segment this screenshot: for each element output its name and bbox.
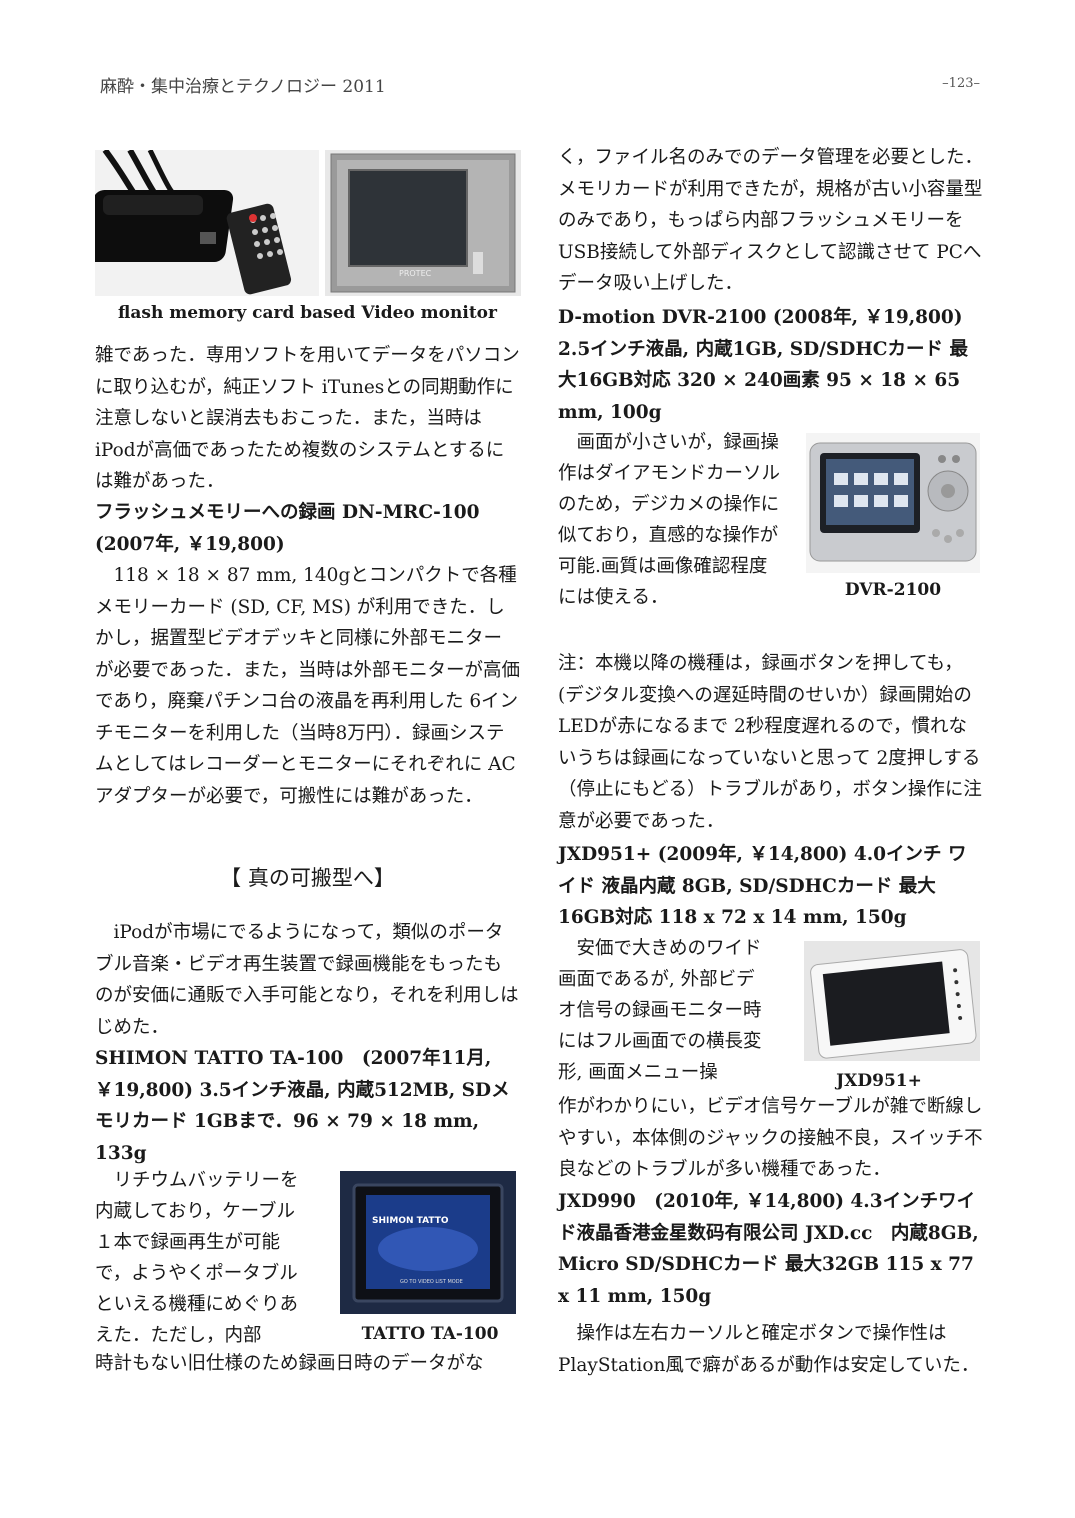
figure-caption: flash memory card based Video monitor <box>118 303 497 323</box>
product-heading: SHIMON TATTO TA-100 (2007年11月, ￥19,800) … <box>95 1048 510 1164</box>
product-heading: フラッシュメモリーへの録画 DN-MRC-100 (2007年, ￥19,800… <box>95 502 480 555</box>
recorder-photo <box>95 150 319 296</box>
paragraph: く，ファイル名のみでのデータ管理を必要とした．メモリカードが利用できたが，規格が… <box>558 147 983 294</box>
product-heading: JXD990 (2010年, ￥14,800) 4.3インチワイド液晶香港金星数… <box>558 1191 979 1307</box>
dvr2100-photo <box>806 433 980 573</box>
paragraph: 118 × 18 × 87 mm, 140gとコンパクトで各種メモリーカード (… <box>95 565 520 807</box>
paragraph: 操作は左右カーソルと確定ボタンで操作性は PlayStation風で癖があるが動… <box>558 1323 980 1376</box>
figure-caption: DVR-2100 <box>844 580 942 600</box>
product-heading: JXD951+ (2009年, ￥14,800) 4.0インチ ワイド 液晶内蔵… <box>558 844 967 928</box>
page-number: –123– <box>942 76 980 91</box>
running-header: 麻酔・集中治療とテクノロジー 2011 <box>100 77 386 97</box>
tatto-photo: SHIMON TATTO GO TO VIDEO LIST MODE <box>340 1171 516 1314</box>
figure-caption: JXD951+ <box>836 1071 922 1091</box>
paragraph: 画面が小さいが，録画操作はダイアモンドカーソルのため，デジカメの操作に似ており，… <box>558 432 781 608</box>
monitor-brand-label: PROTEC <box>399 269 432 278</box>
paragraph: iPodが市場にでるようになって，類似のポータブル音楽・ビデオ再生装置で録画機能… <box>95 922 519 1038</box>
paragraph: 時計もない旧仕様のため録画日時のデータがな <box>95 1353 484 1374</box>
product-heading: D-motion DVR-2100 (2008年, ￥19,800) 2.5イン… <box>558 307 968 423</box>
figure-caption: TATTO TA-100 <box>361 1324 499 1344</box>
tatto-screen-brand: SHIMON TATTO <box>372 1216 449 1226</box>
video-monitor-photo: PROTEC <box>325 150 521 296</box>
note-paragraph: 注：本機以降の機種は，録画ボタンを押しても，(デジタル変換への遅延時間のせいか）… <box>558 653 982 832</box>
paragraph: 作がわかりにい，ビデオ信号ケーブルが雑で断線しやすい，本体側のジャックの接触不良… <box>558 1096 983 1180</box>
section-heading: 【 真の可搬型へ】 <box>220 866 395 890</box>
tatto-screen-menu: GO TO VIDEO LIST MODE <box>400 1279 463 1285</box>
paragraph: リチウムバッテリーを内蔵しており，ケーブル１本で録画再生が可能で，ようやくポータ… <box>95 1170 299 1346</box>
paragraph: 安価で大きめのワイド画面であるが, 外部ビデオ信号の録画モニター時にはフル画面で… <box>558 938 762 1083</box>
paragraph: 雑であった．専用ソフトを用いてデータをパソコンに取り込むが，純正ソフト iTun… <box>95 345 520 492</box>
jxd951-photo <box>804 941 980 1061</box>
